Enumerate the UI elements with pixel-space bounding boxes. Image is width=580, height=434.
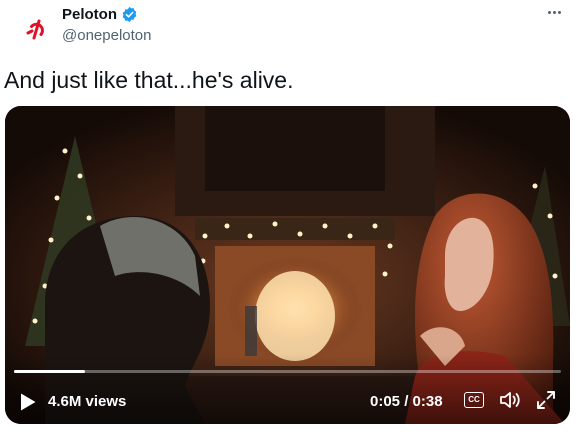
video-player[interactable]: 4.6M views 0:05 / 0:38 CC (5, 106, 570, 424)
tweet-text: And just like that...he's alive. (4, 67, 294, 93)
author-display-name[interactable]: Peloton (62, 6, 117, 23)
tweet-card: Peloton @onepeloton And just like that..… (0, 0, 580, 434)
author-name-row: Peloton (62, 6, 138, 23)
author-handle[interactable]: @onepeloton (62, 27, 151, 44)
video-progress-fill (14, 370, 86, 373)
more-options-icon[interactable] (540, 2, 568, 22)
captions-icon[interactable]: CC (464, 392, 484, 408)
view-count: 4.6M views (48, 393, 127, 410)
verified-badge-icon (122, 6, 137, 23)
peloton-logo-icon (26, 19, 44, 40)
play-icon[interactable] (19, 392, 37, 412)
fullscreen-icon[interactable] (535, 389, 557, 411)
controls-overlay (5, 354, 570, 424)
avatar[interactable] (12, 6, 60, 54)
playback-time: 0:05 / 0:38 (370, 393, 443, 410)
video-progress-bar[interactable] (14, 370, 561, 373)
volume-icon[interactable] (499, 390, 523, 410)
